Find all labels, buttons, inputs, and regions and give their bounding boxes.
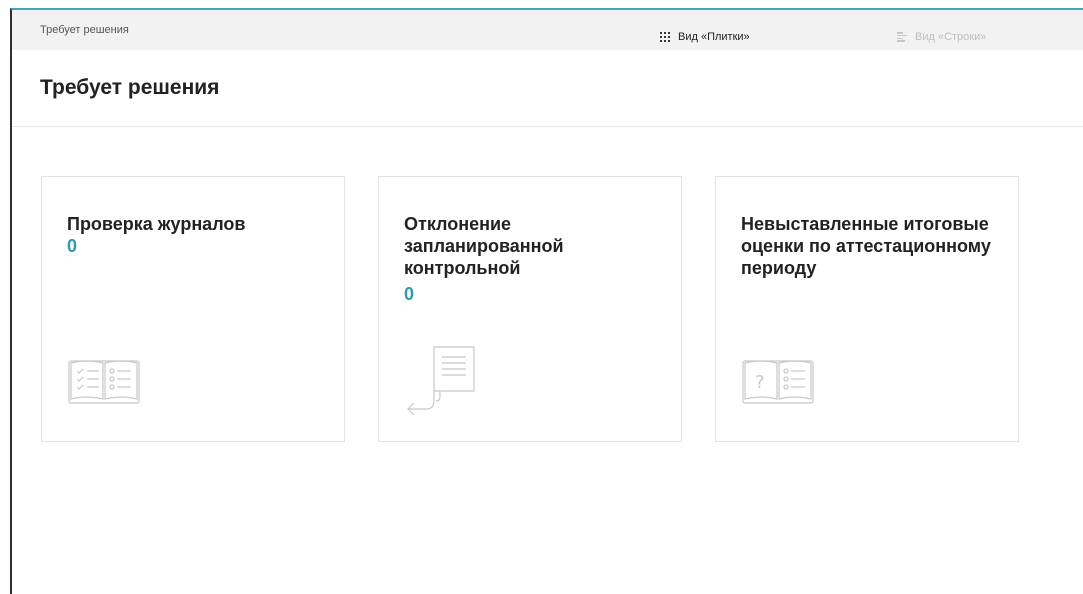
- grid-icon: [660, 32, 670, 42]
- card-title: Проверка журналов 0: [67, 213, 327, 257]
- svg-text:?: ?: [755, 372, 765, 393]
- page-header: Требует решения: [12, 50, 1083, 127]
- view-tiles-toggle[interactable]: Вид «Плитки»: [660, 31, 750, 43]
- journal-question-icon: ?: [742, 360, 814, 404]
- view-rows-label: Вид «Строки»: [915, 31, 987, 43]
- view-rows-toggle[interactable]: Вид «Строки»: [897, 31, 986, 43]
- page-title: Требует решения: [40, 76, 220, 99]
- list-icon: [897, 32, 907, 42]
- card-count: 0: [67, 236, 78, 256]
- document-return-icon: [407, 346, 475, 416]
- breadcrumb-item[interactable]: Требует решения: [40, 24, 129, 36]
- breadcrumb: Требует решения: [12, 10, 1083, 50]
- card-title: Невыставленные итоговые оценки по аттест…: [741, 214, 991, 278]
- card-rejected-test[interactable]: Отклонение запланированной контрольной 0: [378, 176, 682, 442]
- card-count: 0: [404, 284, 415, 304]
- card-final-grades[interactable]: Невыставленные итоговые оценки по аттест…: [715, 176, 1019, 442]
- journal-check-icon: [68, 360, 140, 404]
- view-tiles-label: Вид «Плитки»: [678, 31, 750, 43]
- card-title: Отклонение запланированной контрольной 0: [404, 213, 664, 305]
- card-journal-check[interactable]: Проверка журналов 0: [41, 176, 345, 442]
